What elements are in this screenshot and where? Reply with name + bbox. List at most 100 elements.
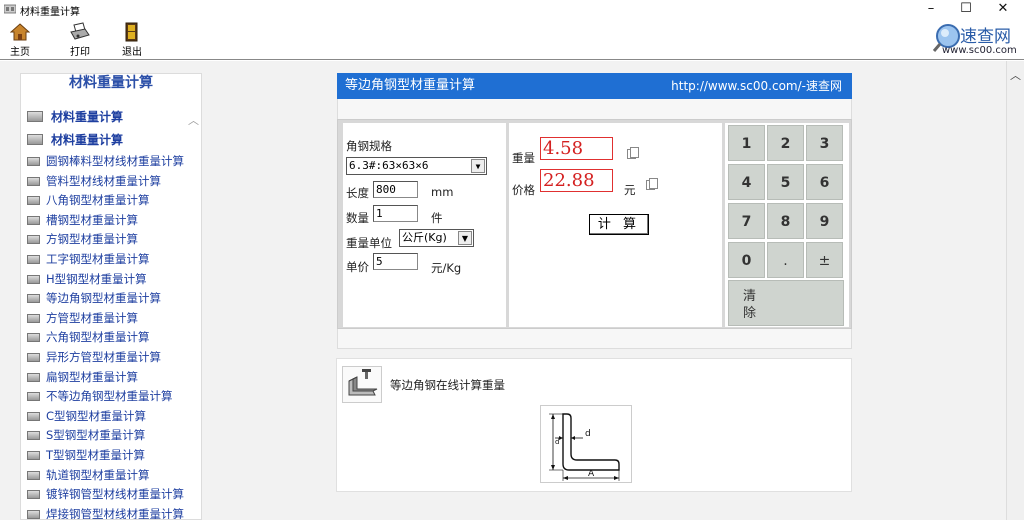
sidebar-item[interactable]: 扁钢型材重量计算 [21,368,201,388]
keypad-key[interactable]: 5 [767,164,804,200]
keypad-key[interactable]: 9 [806,203,843,239]
keypad-key[interactable]: ± [806,242,843,278]
panel-footer-spacer [337,329,852,349]
sidebar-item[interactable]: 材料重量计算 [21,106,201,129]
material-icon [27,176,40,186]
exit-label: 退出 [122,47,142,58]
sidebar-item[interactable]: 镀锌钢管型材线材重量计算 [21,485,201,505]
sidebar-item[interactable]: 不等边角钢型材重量计算 [21,387,201,407]
sidebar-item[interactable]: T型钢型材重量计算 [21,446,201,466]
printer-icon [70,22,90,40]
keypad-key[interactable]: 1 [728,125,765,161]
calculator-panel: 等边角钢型材重量计算 http://www.sc00.com/-速查网 角钢规格… [337,73,852,349]
sidebar-item[interactable]: 六角钢型材重量计算 [21,328,201,348]
close-button[interactable]: ✕ [986,0,1020,20]
panel-url-link[interactable]: http://www.sc00.com/-速查网 [671,73,842,99]
sidebar-item[interactable]: 焊接钢管型材线材重量计算 [21,505,201,519]
material-icon [27,470,40,480]
keypad-key[interactable]: 7 [728,203,765,239]
sidebar: 材料重量计算 ︿ 材料重量计算 材料重量计算 圆钢棒料型材线材重量计算 管料型材线材重… [20,73,202,520]
material-icon [27,490,40,500]
calculate-button[interactable]: 计 算 [589,214,649,235]
clear-key-line1: 清 [743,289,757,304]
panel-body: 角钢规格 6.3#:63×63×6 ▼ 长度 800 mm 数量 1 件 重量单… [337,119,852,329]
material-icon [27,235,40,245]
quantity-input[interactable]: 1 [373,205,418,222]
sidebar-item[interactable]: 方钢型材重量计算 [21,230,201,250]
brand-name: 速查网 [960,27,1011,47]
keypad-key[interactable]: 0 [728,242,765,278]
diagram-label-d: d [585,429,591,439]
keypad-key[interactable]: . [767,242,804,278]
copy-price-icon[interactable] [646,178,658,190]
sidebar-list: 材料重量计算 材料重量计算圆钢棒料型材线材重量计算 管料型材线材重量计算 八角钢型材重… [21,106,201,519]
sidebar-item-label: S型钢型材重量计算 [46,428,146,443]
sidebar-item-label: 镀锌钢管型材线材重量计算 [46,487,184,502]
keypad-key[interactable]: 8 [767,203,804,239]
clear-key[interactable]: 清 除 [728,280,844,326]
minimize-button[interactable]: – [914,0,948,20]
scroll-up-icon[interactable]: ︿ [1010,67,1021,83]
material-icon [27,431,40,441]
keypad-key[interactable]: 4 [728,164,765,200]
exit-door-icon [125,22,138,42]
keypad-key[interactable]: 2 [767,125,804,161]
panel-spacer [337,99,852,119]
weight-unit-label: 重量单位 [346,236,392,250]
weight-unit-select[interactable]: 公斤(Kg) ▼ [399,229,474,247]
exit-button[interactable]: 退出 [114,22,150,58]
material-icon [27,274,40,284]
sidebar-item[interactable]: C型钢型材重量计算 [21,407,201,427]
angle-steel-icon [342,366,382,403]
price-input[interactable]: 5 [373,253,418,270]
length-unit: mm [431,185,454,199]
spec-select[interactable]: 6.3#:63×63×6 ▼ [346,157,487,175]
sidebar-item-label: H型钢型材重量计算 [46,271,147,286]
sidebar-item[interactable]: 异形方管型材重量计算 [21,348,201,368]
spec-label: 角钢规格 [346,139,392,153]
toolbar: 主页 打印 退出 [0,20,1024,60]
maximize-button[interactable]: ☐ [949,0,983,20]
sidebar-item[interactable]: 管料型材线材重量计算 [21,172,201,192]
sidebar-item[interactable]: H型钢型材重量计算 [21,270,201,290]
sidebar-item[interactable]: 工字钢型材重量计算 [21,250,201,270]
material-icon [27,450,40,460]
material-icon [27,294,40,304]
print-label: 打印 [70,47,90,58]
sidebar-item-label: 扁钢型材重量计算 [46,369,138,384]
sidebar-item-label: 材料重量计算 [51,133,124,147]
weight-unit-value: 公斤(Kg) [402,231,447,244]
brand-logo[interactable]: 速查网 www.sc00.com [930,20,1022,60]
description-title: 等边角钢在线计算重量 [390,378,505,392]
sidebar-item[interactable]: 方管型材重量计算 [21,309,201,329]
result-price-unit: 元 [624,183,636,197]
material-icon [27,313,40,323]
home-button[interactable]: 主页 [2,22,38,58]
result-weight-label: 重量 [512,151,535,165]
keypad-key[interactable]: 6 [806,164,843,200]
sidebar-item[interactable]: 材料重量计算 [21,129,201,152]
sidebar-item-label: 槽钢型材重量计算 [46,212,138,227]
angle-steel-diagram: d A d [540,405,632,483]
brand-url: www.sc00.com [942,45,1017,56]
sidebar-item[interactable]: 八角钢型材重量计算 [21,191,201,211]
copy-weight-icon[interactable] [627,147,639,159]
print-button[interactable]: 打印 [62,22,98,58]
sidebar-item[interactable]: 轨道钢型材重量计算 [21,466,201,486]
keypad: 1 2 3 4 5 6 7 8 9 0. ± 清 除 [725,123,849,327]
sidebar-item[interactable]: 等边角钢型材重量计算 [21,289,201,309]
page-scrollbar[interactable]: ︿ [1006,61,1024,520]
result-price-label: 价格 [512,183,535,197]
input-form: 角钢规格 6.3#:63×63×6 ▼ 长度 800 mm 数量 1 件 重量单… [343,123,506,327]
sidebar-item-label: 材料重量计算 [51,110,124,124]
material-icon [27,157,40,166]
material-icon [27,392,40,402]
length-input[interactable]: 800 [373,181,418,198]
keypad-key[interactable]: 3 [806,125,843,161]
panel-header: 等边角钢型材重量计算 http://www.sc00.com/-速查网 [337,73,852,99]
sidebar-item[interactable]: 槽钢型材重量计算 [21,211,201,231]
sidebar-item[interactable]: 圆钢棒料型材线材重量计算 [21,152,201,172]
sidebar-item[interactable]: S型钢型材重量计算 [21,426,201,446]
sidebar-item-label: 异形方管型材重量计算 [46,349,161,364]
material-icon [27,215,40,225]
